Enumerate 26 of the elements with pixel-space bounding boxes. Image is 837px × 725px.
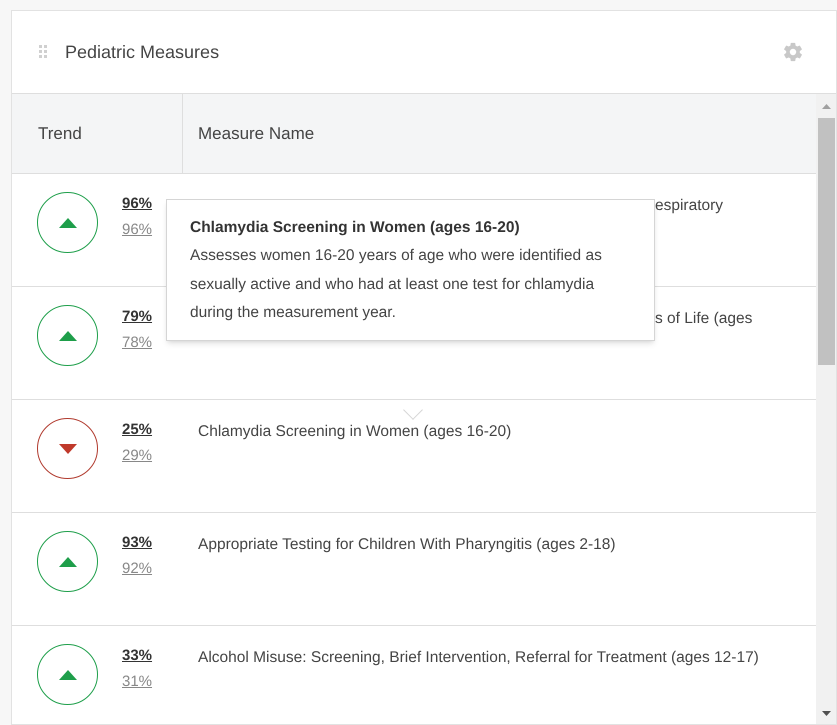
scrollbar[interactable] bbox=[816, 94, 836, 724]
column-header: Trend bbox=[12, 94, 183, 173]
measure-name: s of Life (ages bbox=[655, 309, 754, 329]
panel-title: Pediatric Measures bbox=[65, 40, 220, 64]
previous-rate-link[interactable]: 92% bbox=[122, 559, 152, 579]
current-rate-link[interactable]: 33% bbox=[122, 646, 152, 666]
tooltip-title: Chlamydia Screening in Women (ages 16-20) bbox=[190, 218, 521, 238]
measure-name: Appropriate Testing for Children With Pharyngitis (ages 2-18) bbox=[198, 535, 617, 555]
settings-icon[interactable] bbox=[782, 41, 804, 63]
drag-handle-icon[interactable] bbox=[39, 45, 47, 59]
measure-name: Chlamydia Screening in Women (ages 16-20) bbox=[198, 422, 512, 442]
tooltip-text: Assesses women 16-20 years of age who were identified as sexually active and who had at least one test for chlamydia during the measurement year. bbox=[190, 246, 603, 323]
current-rate-link[interactable]: 25% bbox=[122, 420, 152, 440]
scroll-up-icon[interactable] bbox=[822, 104, 830, 109]
scrollbar-thumb[interactable] bbox=[818, 118, 834, 365]
scroll-down-icon[interactable] bbox=[822, 711, 830, 716]
column-header: Measure Name bbox=[197, 122, 316, 145]
previous-rate-link[interactable]: 96% bbox=[122, 220, 152, 240]
current-rate-link[interactable]: 93% bbox=[122, 533, 152, 553]
previous-rate-link[interactable]: 29% bbox=[122, 446, 152, 466]
previous-rate-link[interactable]: 78% bbox=[122, 333, 152, 353]
measure-name: Alcohol Misuse: Screening, Brief Intervention, Referral for Treatment (ages 12-17) bbox=[198, 648, 760, 668]
current-rate-link[interactable]: 79% bbox=[122, 307, 152, 327]
measure-name: espiratory bbox=[655, 196, 724, 216]
previous-rate-link[interactable]: 31% bbox=[122, 672, 152, 692]
current-rate-link[interactable]: 96% bbox=[122, 194, 152, 214]
